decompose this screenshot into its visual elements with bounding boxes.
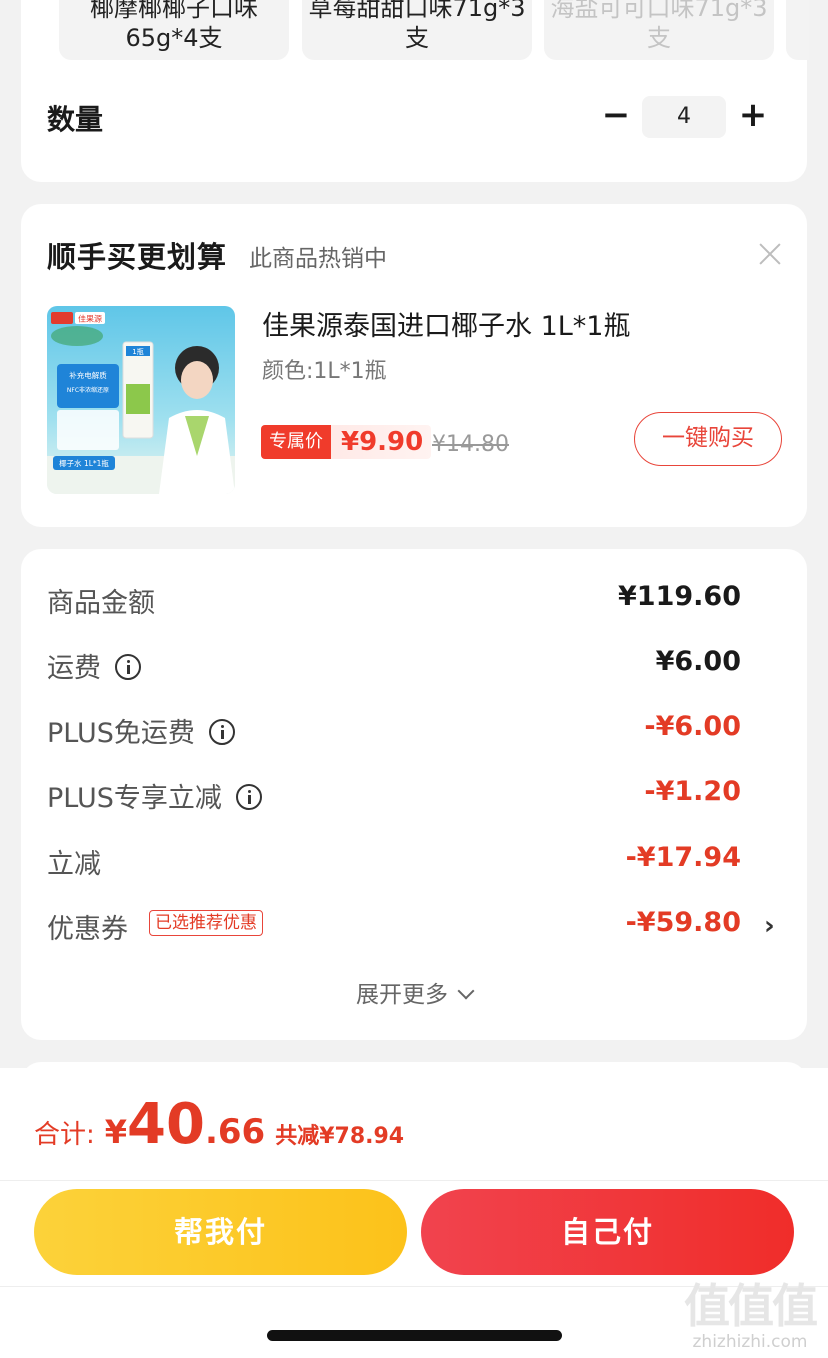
row-coupon[interactable]: 优惠券 已选推荐优惠 -¥59.80 xyxy=(47,907,741,947)
total-decimal: .66 xyxy=(204,1112,266,1152)
row-value: -¥6.00 xyxy=(644,711,741,742)
home-indicator[interactable] xyxy=(267,1330,562,1341)
quantity-input[interactable]: 4 xyxy=(642,96,726,138)
flavor-option-strawberry[interactable]: 草莓甜甜口味71g*3 支 xyxy=(302,0,532,60)
coupon-tag: 已选推荐优惠 xyxy=(149,910,263,936)
exclusive-price-badge: 专属价 xyxy=(261,425,331,459)
flavor-option-line2: 支 xyxy=(647,24,671,52)
help-pay-button[interactable]: 帮我付 xyxy=(34,1189,407,1275)
row-label: 优惠券 xyxy=(47,914,128,945)
flavor-option-line2: 支 xyxy=(405,24,429,52)
row-value: ¥119.60 xyxy=(618,581,741,612)
flavor-options: 椰摩椰椰子口味 65g*4支 草莓甜甜口味71g*3 支 海盐可可口味71g*3… xyxy=(59,0,809,62)
row-shipping: 运费 ¥6.00 xyxy=(47,646,741,686)
image-brand-text: 佳果源 xyxy=(78,314,102,324)
info-icon[interactable] xyxy=(208,719,235,745)
info-icon[interactable] xyxy=(235,784,262,810)
exclusive-price: ¥9.90 xyxy=(341,427,424,457)
exclusive-price-tag: 专属价 ¥9.90 xyxy=(261,425,432,459)
product-image[interactable]: 佳果源 补充电解质 NFC非浓缩还原 1瓶 椰子水 1L*1瓶 xyxy=(47,306,235,494)
image-tag2-text: NFC非浓缩还原 xyxy=(67,386,109,394)
product-name[interactable]: 佳果源泰国进口椰子水 1L*1瓶 xyxy=(262,304,630,343)
watermark-url: zhizhizhi.com xyxy=(692,1332,808,1352)
close-icon[interactable] xyxy=(758,242,782,266)
flavor-option-line1: 椰摩椰椰子口味 xyxy=(90,0,258,22)
expand-more-button[interactable]: 展开更多 xyxy=(21,975,807,1009)
image-tag1-text: 补充电解质 xyxy=(69,370,107,380)
bundle-subtitle: 此商品热销中 xyxy=(249,246,387,272)
chevron-right-icon[interactable]: › xyxy=(764,911,775,941)
row-instant-discount: 立减 -¥17.94 xyxy=(47,842,741,882)
row-plus-discount: PLUS专享立减 -¥1.20 xyxy=(47,776,741,816)
quantity-label: 数量 xyxy=(47,103,104,136)
bundle-card: 顺手买更划算 此商品热销中 佳果源 补充电解质 NFC非浓缩还原 1瓶 椰子水 … xyxy=(21,204,807,527)
row-value: ¥6.00 xyxy=(655,646,741,677)
flavor-option-coconut[interactable]: 椰摩椰椰子口味 65g*4支 xyxy=(59,0,289,60)
spec-card: 椰摩椰椰子口味 65g*4支 草莓甜甜口味71g*3 支 海盐可可口味71g*3… xyxy=(21,0,809,182)
product-spec: 颜色:1L*1瓶 xyxy=(262,359,387,384)
row-value: -¥17.94 xyxy=(625,842,741,873)
row-label-wrap: PLUS免运费 xyxy=(47,711,235,750)
product-image-art: 佳果源 补充电解质 NFC非浓缩还原 1瓶 椰子水 1L*1瓶 xyxy=(47,306,235,494)
watermark: 值值值 zhizhizhi.com xyxy=(675,1270,825,1355)
image-bottom-text: 椰子水 1L*1瓶 xyxy=(59,458,109,468)
watermark-logo: 值值值 xyxy=(684,1279,818,1333)
one-click-buy-button[interactable]: 一键购买 xyxy=(634,412,782,466)
total-currency: ¥ xyxy=(104,1113,128,1151)
total-saved: 共减¥78.94 xyxy=(275,1124,405,1149)
row-label: 立减 xyxy=(47,849,101,880)
row-plus-free-shipping: PLUS免运费 -¥6.00 xyxy=(47,711,741,751)
flavor-option-more[interactable] xyxy=(786,0,809,60)
price-breakdown-card: 商品金额 ¥119.60 运费 ¥6.00 PLUS免运费 -¥6.00 PLU… xyxy=(21,549,807,1040)
divider xyxy=(0,1180,828,1181)
row-label: 商品金额 xyxy=(47,588,155,619)
expand-more-label: 展开更多 xyxy=(356,982,448,1008)
row-label: PLUS专享立减 xyxy=(47,783,222,814)
flavor-option-sea-salt-cocoa[interactable]: 海盐可可口味71g*3 支 xyxy=(544,0,774,60)
row-label-wrap: 运费 xyxy=(47,646,141,685)
chevron-down-icon xyxy=(457,982,475,1000)
info-icon[interactable] xyxy=(115,654,141,680)
self-pay-button[interactable]: 自己付 xyxy=(421,1189,794,1275)
bundle-title: 顺手买更划算 xyxy=(47,240,228,274)
row-value: -¥59.80 xyxy=(625,907,741,938)
row-label: 运费 xyxy=(47,653,101,684)
total-amount: 合计: ¥ 40 .66 共减¥78.94 xyxy=(34,1092,404,1162)
quantity-increase-button[interactable]: + xyxy=(733,96,773,136)
row-label: PLUS免运费 xyxy=(47,718,195,749)
flavor-option-line1: 草莓甜甜口味71g*3 xyxy=(308,0,526,22)
flavor-option-line1: 海盐可可口味71g*3 xyxy=(550,0,768,22)
row-goods-amount: 商品金额 ¥119.60 xyxy=(47,581,741,621)
original-price: ¥14.80 xyxy=(432,432,509,457)
flavor-option-line2: 65g*4支 xyxy=(125,24,223,52)
quantity-decrease-button[interactable]: − xyxy=(596,96,636,136)
order-page: 椰摩椰椰子口味 65g*4支 草莓甜甜口味71g*3 支 海盐可可口味71g*3… xyxy=(0,0,828,1358)
total-label: 合计: xyxy=(34,1120,95,1150)
total-integer: 40 xyxy=(127,1092,205,1157)
image-bottle-text: 1瓶 xyxy=(132,347,143,356)
row-label-wrap: PLUS专享立减 xyxy=(47,776,262,815)
row-value: -¥1.20 xyxy=(644,776,741,807)
